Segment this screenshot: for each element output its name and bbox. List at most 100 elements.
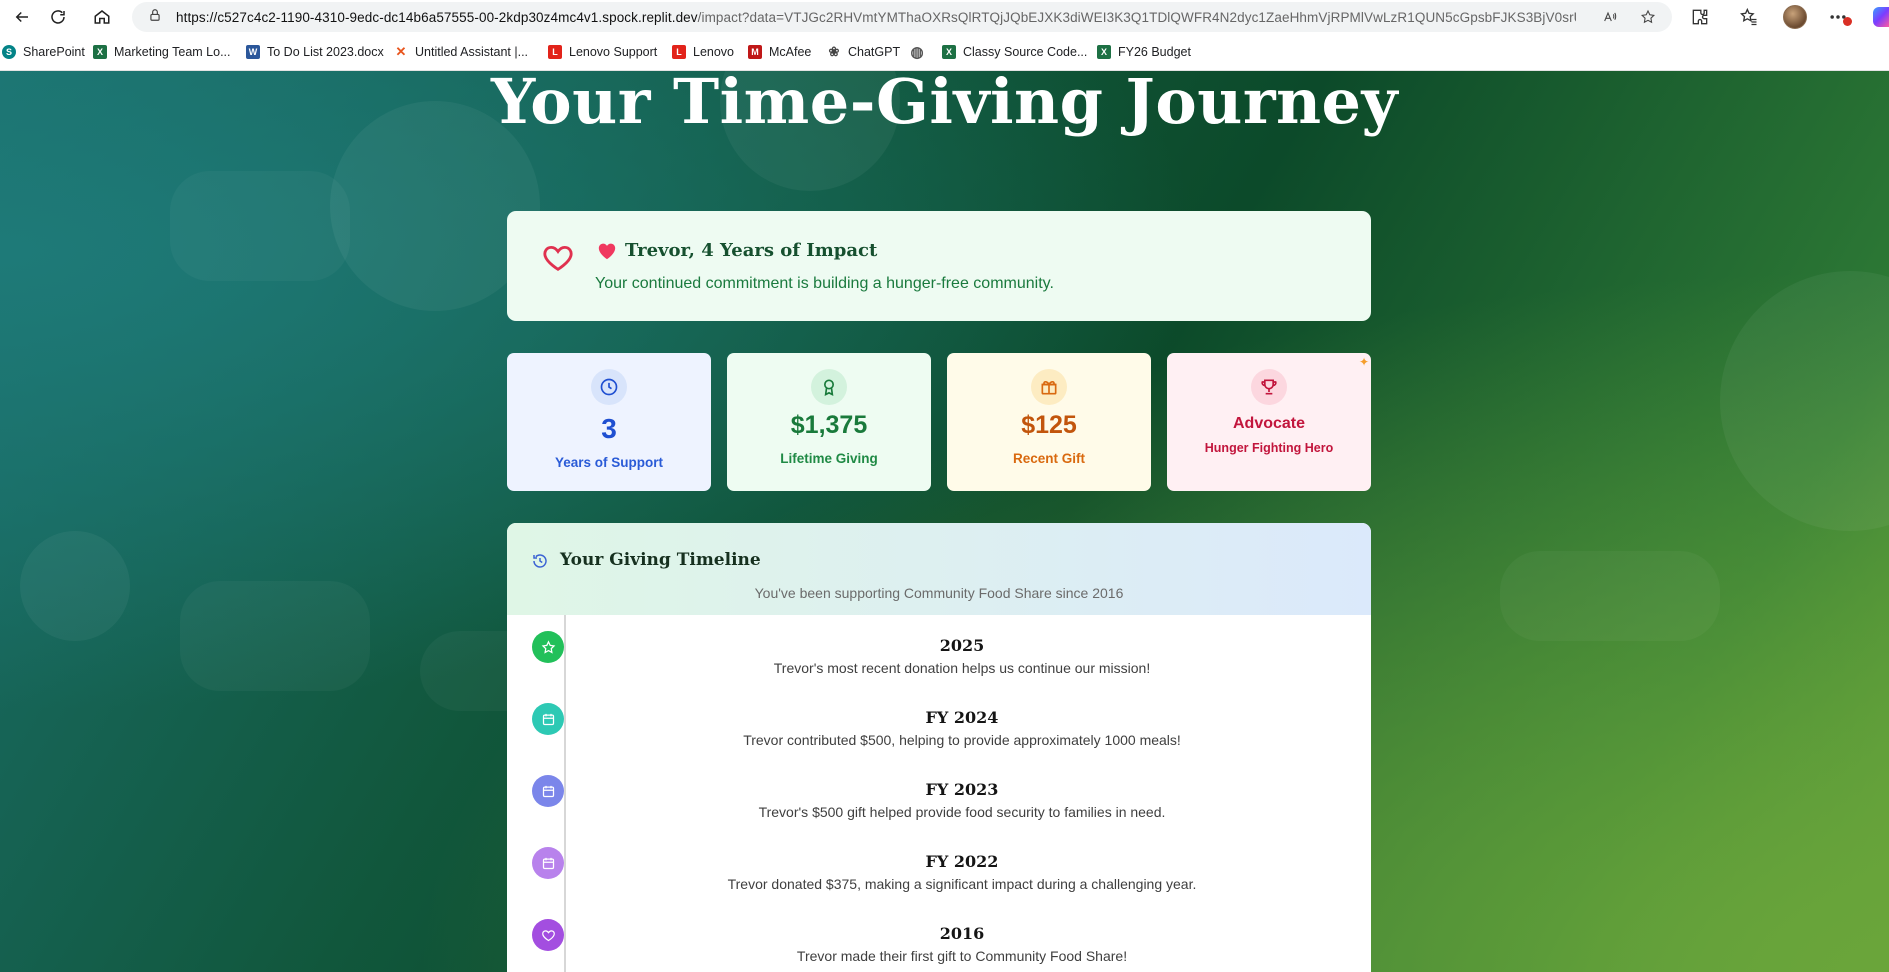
page-title: Your Time-Giving Journey: [490, 71, 1399, 138]
profile-avatar[interactable]: [1783, 5, 1807, 29]
star-icon: [532, 631, 564, 663]
globe-icon: ◍: [910, 44, 924, 61]
impact-card: Trevor, 4 Years of Impact Your continued…: [507, 211, 1371, 321]
calendar-icon: [532, 847, 564, 879]
bookmark-label: Classy Source Code...: [963, 45, 1088, 59]
stat-label: Hunger Fighting Hero: [1204, 441, 1334, 455]
background-bubble: [20, 531, 130, 641]
bookmark-classy-source-code[interactable]: X Classy Source Code...: [942, 45, 1087, 59]
sharepoint-icon: S: [2, 45, 16, 59]
stat-card-advocate: Advocate Hunger Fighting Hero ✦: [1167, 353, 1371, 491]
stat-value: Advocate: [1232, 415, 1306, 432]
word-icon: W: [246, 45, 260, 59]
bookmark-marketing-team[interactable]: X Marketing Team Lo...: [93, 45, 231, 59]
bookmark-label: Lenovo: [693, 45, 735, 59]
impact-title-text: Trevor, 4 Years of Impact: [625, 240, 878, 261]
timeline-title: Your Giving Timeline: [560, 550, 761, 570]
page-content: Your Time-Giving Journey Trevor, 4 Years…: [0, 71, 1889, 972]
bookmark-todo-list[interactable]: W To Do List 2023.docx: [246, 45, 384, 59]
bookmarks-bar: S SharePoint X Marketing Team Lo... W To Do…: [0, 34, 1889, 71]
bookmark-chatgpt[interactable]: ❀ ChatGPT: [827, 44, 901, 59]
stat-label: Recent Gift: [1012, 451, 1085, 466]
bookmark-sharepoint[interactable]: S SharePoint: [2, 45, 85, 59]
timeline-text: Trevor contributed $500, helping to prov…: [743, 732, 1181, 748]
bookmark-label: To Do List 2023.docx: [267, 45, 384, 59]
url-path: /impact?data=VTJGc2RHVmtYMThaOXRsQlRTQjJ…: [697, 9, 1576, 25]
chatgpt-icon: ❀: [827, 44, 841, 59]
bookmark-label: SharePoint: [23, 45, 85, 59]
reload-button[interactable]: [36, 0, 80, 34]
timeline-year: FY 2022: [925, 852, 999, 871]
bookmark-label: Lenovo Support: [569, 45, 658, 59]
lenovo-icon: L: [548, 45, 562, 59]
bookmark-fy26-budget[interactable]: X FY26 Budget: [1097, 45, 1191, 59]
browser-toolbar: https://c527c4c2-1190-4310-9edc-dc14b6a5…: [0, 0, 1889, 34]
heart-icon: [532, 919, 564, 951]
timeline-year: FY 2024: [925, 708, 999, 727]
bookmark-label: ChatGPT: [848, 45, 901, 59]
timeline-year: FY 2023: [925, 780, 999, 799]
background-pill: [1500, 551, 1720, 641]
timeline-text: Trevor's most recent donation helps us c…: [773, 660, 1151, 676]
bookmark-mcafee[interactable]: M McAfee: [748, 45, 811, 59]
home-icon: [94, 10, 110, 24]
stat-value: 3: [601, 413, 617, 444]
excel-icon: X: [942, 45, 956, 59]
assistant-icon: ✕: [394, 44, 408, 59]
award-icon: [811, 369, 847, 405]
impact-title: Trevor, 4 Years of Impact: [597, 240, 877, 261]
timeline-text: Trevor's $500 gift helped provide food s…: [758, 804, 1166, 820]
mcafee-icon: M: [748, 45, 762, 59]
stat-card-recent-gift: $125 Recent Gift: [947, 353, 1151, 491]
giving-timeline-card: Your Giving Timeline You've been support…: [507, 523, 1371, 972]
url-host: https://c527c4c2-1190-4310-9edc-dc14b6a5…: [176, 9, 698, 25]
timeline-year: 2016: [939, 924, 985, 943]
background-pill: [180, 581, 370, 691]
timeline-text: Trevor made their first gift to Communit…: [796, 948, 1128, 964]
notification-badge: [1843, 17, 1852, 26]
bookmark-globe[interactable]: ◍: [910, 44, 931, 61]
bookmark-label: Marketing Team Lo...: [114, 45, 231, 59]
favorite-star-icon[interactable]: [1640, 9, 1656, 25]
bookmark-label: FY26 Budget: [1118, 45, 1191, 59]
timeline-subtitle: You've been supporting Community Food Sh…: [754, 585, 1124, 601]
stat-label: Years of Support: [554, 455, 664, 470]
bookmark-label: Untitled Assistant |...: [415, 45, 529, 59]
favorites-icon[interactable]: [1739, 7, 1759, 27]
stat-value: $1,375: [790, 411, 868, 439]
stat-card-lifetime-giving: $1,375 Lifetime Giving: [727, 353, 931, 491]
timeline-text: Trevor donated $375, making a significan…: [727, 876, 1197, 892]
background-pill: [170, 171, 350, 281]
bookmark-lenovo-support[interactable]: L Lenovo Support: [548, 45, 657, 59]
background-bubble: [1720, 271, 1889, 531]
clock-icon: [591, 369, 627, 405]
timeline-year: 2025: [939, 636, 985, 655]
heart-emoji-icon: [598, 243, 616, 259]
trophy-icon: [1251, 369, 1287, 405]
timeline-line: [564, 615, 566, 972]
arrow-left-icon: [15, 11, 28, 23]
stat-value: $125: [1021, 411, 1077, 439]
address-bar[interactable]: https://c527c4c2-1190-4310-9edc-dc14b6a5…: [132, 2, 1672, 32]
stat-card-years: 3 Years of Support: [507, 353, 711, 491]
excel-icon: X: [1097, 45, 1111, 59]
bookmark-untitled-assistant[interactable]: ✕ Untitled Assistant |...: [394, 44, 529, 59]
calendar-icon: [532, 703, 564, 735]
bookmark-lenovo[interactable]: L Lenovo: [672, 45, 734, 59]
copilot-icon[interactable]: [1873, 7, 1889, 27]
url-text: https://c527c4c2-1190-4310-9edc-dc14b6a5…: [176, 10, 1576, 25]
timeline-header: Your Giving Timeline You've been support…: [507, 523, 1371, 615]
gift-icon: [1031, 369, 1067, 405]
lock-icon: [148, 8, 162, 27]
excel-icon: X: [93, 45, 107, 59]
impact-subtitle: Your continued commitment is building a …: [595, 275, 1054, 292]
read-aloud-icon[interactable]: [1602, 9, 1618, 25]
extensions-icon[interactable]: [1690, 7, 1710, 27]
lenovo-icon: L: [672, 45, 686, 59]
calendar-icon: [532, 775, 564, 807]
bookmark-label: McAfee: [769, 45, 812, 59]
refresh-icon: [51, 10, 65, 24]
stat-label: Lifetime Giving: [780, 451, 878, 466]
home-button[interactable]: [80, 0, 124, 34]
sparkle-icon: ✦: [1358, 355, 1369, 369]
